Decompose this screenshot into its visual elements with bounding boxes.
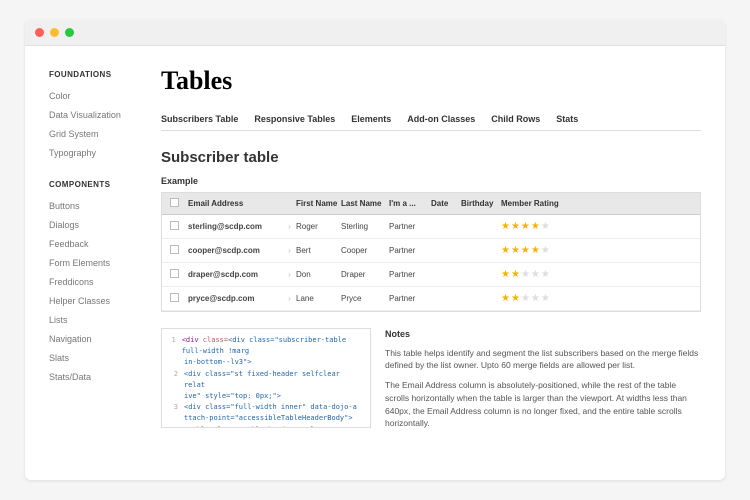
maximize-icon[interactable]	[65, 28, 74, 37]
sidebar-item-slats[interactable]: Slats	[49, 353, 161, 363]
table-row[interactable]: cooper@scdp.com › Bert Cooper Partner ★★…	[162, 239, 700, 263]
sidebar-item-helper[interactable]: Helper Classes	[49, 296, 161, 306]
section-title: Subscriber table	[161, 149, 701, 166]
notes-heading: Notes	[385, 328, 701, 342]
col-header[interactable]: Date	[431, 199, 461, 208]
code-example: 1<div class=<div class="subscriber-table…	[161, 328, 371, 428]
divider-icon: ›	[288, 246, 296, 255]
col-header[interactable]: I'm a ...	[389, 199, 431, 208]
cell-rating: ★★★★★	[501, 221, 692, 232]
divider-icon: ›	[288, 294, 296, 303]
tab-responsive[interactable]: Responsive Tables	[254, 114, 335, 124]
col-header[interactable]: Last Name	[341, 199, 389, 208]
tab-stats[interactable]: Stats	[556, 114, 578, 124]
cell-rating: ★★★★★	[501, 245, 692, 256]
cell-firstname: Roger	[296, 222, 341, 231]
sidebar-item-grid[interactable]: Grid System	[49, 129, 161, 139]
cell-email: sterling@scdp.com	[188, 222, 288, 231]
col-header[interactable]: Birthday	[461, 199, 501, 208]
notes-paragraph: This table helps identify and segment th…	[385, 347, 701, 373]
sidebar-item-freddicons[interactable]: Freddicons	[49, 277, 161, 287]
cell-firstname: Don	[296, 270, 341, 279]
col-header[interactable]: Member Rating	[501, 199, 692, 208]
cell-rating: ★★★★★	[501, 269, 692, 280]
cell-firstname: Bert	[296, 246, 341, 255]
cell-rating: ★★★★★	[501, 293, 692, 304]
tab-bar: Subscribers Table Responsive Tables Elem…	[161, 114, 701, 131]
divider-icon: ›	[288, 270, 296, 279]
cell-email: draper@scdp.com	[188, 270, 288, 279]
close-icon[interactable]	[35, 28, 44, 37]
subscriber-table: Email Address First Name Last Name I'm a…	[161, 192, 701, 312]
divider-icon: ›	[288, 222, 296, 231]
cell-firstname: Lane	[296, 294, 341, 303]
table-row[interactable]: pryce@scdp.com › Lane Pryce Partner ★★★★…	[162, 287, 700, 311]
cell-im: Partner	[389, 270, 431, 279]
page-title: Tables	[161, 66, 701, 96]
table-row[interactable]: draper@scdp.com › Don Draper Partner ★★★…	[162, 263, 700, 287]
cell-email: pryce@scdp.com	[188, 294, 288, 303]
sidebar-item-buttons[interactable]: Buttons	[49, 201, 161, 211]
example-label: Example	[161, 176, 701, 186]
checkbox-row[interactable]	[170, 269, 179, 278]
notes-section: Notes This table helps identify and segm…	[385, 328, 701, 437]
window-titlebar	[25, 20, 725, 46]
sidebar-item-stats[interactable]: Stats/Data	[49, 372, 161, 382]
checkbox-row[interactable]	[170, 293, 179, 302]
cell-im: Partner	[389, 294, 431, 303]
tab-elements[interactable]: Elements	[351, 114, 391, 124]
cell-lastname: Draper	[341, 270, 389, 279]
sidebar-heading: COMPONENTS	[49, 180, 161, 189]
checkbox-row[interactable]	[170, 221, 179, 230]
cell-im: Partner	[389, 222, 431, 231]
checkbox-all[interactable]	[170, 198, 179, 207]
main-content: Tables Subscribers Table Responsive Tabl…	[161, 46, 725, 480]
table-row[interactable]: sterling@scdp.com › Roger Sterling Partn…	[162, 215, 700, 239]
content-area: FOUNDATIONS Color Data Visualization Gri…	[25, 46, 725, 480]
minimize-icon[interactable]	[50, 28, 59, 37]
browser-window: FOUNDATIONS Color Data Visualization Gri…	[25, 20, 725, 480]
col-header[interactable]: Email Address	[188, 199, 288, 208]
cell-im: Partner	[389, 246, 431, 255]
notes-paragraph: The Email Address column is absolutely-p…	[385, 379, 701, 430]
sidebar-item-navigation[interactable]: Navigation	[49, 334, 161, 344]
sidebar-item-dataviz[interactable]: Data Visualization	[49, 110, 161, 120]
sidebar-heading: FOUNDATIONS	[49, 70, 161, 79]
sidebar-item-dialogs[interactable]: Dialogs	[49, 220, 161, 230]
sidebar-item-lists[interactable]: Lists	[49, 315, 161, 325]
checkbox-row[interactable]	[170, 245, 179, 254]
table-header-row: Email Address First Name Last Name I'm a…	[162, 193, 700, 215]
col-header[interactable]: First Name	[296, 199, 341, 208]
tab-addon[interactable]: Add-on Classes	[407, 114, 475, 124]
cell-lastname: Pryce	[341, 294, 389, 303]
cell-lastname: Cooper	[341, 246, 389, 255]
cell-lastname: Sterling	[341, 222, 389, 231]
sidebar-item-feedback[interactable]: Feedback	[49, 239, 161, 249]
sidebar-item-form[interactable]: Form Elements	[49, 258, 161, 268]
sidebar-nav: FOUNDATIONS Color Data Visualization Gri…	[25, 46, 161, 480]
tab-childrows[interactable]: Child Rows	[491, 114, 540, 124]
tab-subscribers[interactable]: Subscribers Table	[161, 114, 238, 124]
cell-email: cooper@scdp.com	[188, 246, 288, 255]
sidebar-item-typography[interactable]: Typography	[49, 148, 161, 158]
sidebar-item-color[interactable]: Color	[49, 91, 161, 101]
